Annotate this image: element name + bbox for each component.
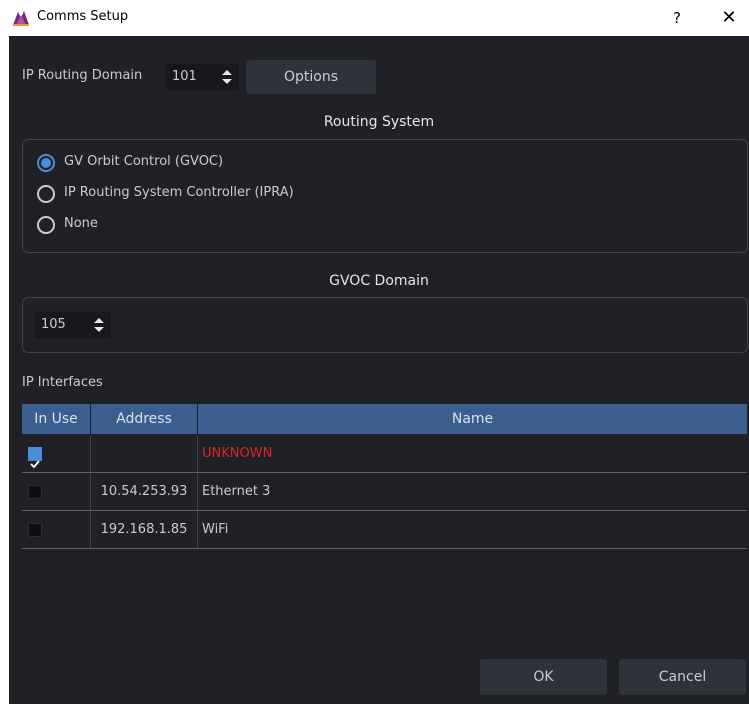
- radio-none[interactable]: [37, 216, 55, 234]
- ip-routing-domain-value: 101: [172, 69, 197, 84]
- routing-system-title: Routing System: [323, 114, 435, 130]
- title-bar: Comms Setup ? ✕: [0, 0, 749, 36]
- table-header: In Use Address Name: [22, 404, 747, 434]
- in-use-checkbox[interactable]: [28, 485, 42, 499]
- options-button[interactable]: Options: [246, 60, 376, 94]
- radio-ipra-label[interactable]: IP Routing System Controller (IPRA): [64, 185, 294, 200]
- column-header-in-use[interactable]: In Use: [22, 404, 91, 434]
- in-use-cell: [22, 511, 91, 548]
- gvoc-domain-value: 105: [41, 317, 66, 332]
- name-cell: WiFi: [202, 522, 229, 537]
- name-cell: Ethernet 3: [202, 484, 271, 499]
- radio-gvoc[interactable]: [37, 154, 55, 172]
- column-header-name[interactable]: Name: [198, 404, 747, 434]
- window-title: Comms Setup: [37, 9, 129, 24]
- checkmark-icon: [30, 460, 40, 469]
- help-button[interactable]: ?: [665, 6, 689, 30]
- in-use-checkbox[interactable]: [28, 447, 42, 469]
- dialog-body: IP Routing Domain 101 Options Routing Sy…: [9, 36, 749, 704]
- gvoc-domain-title: GVOC Domain: [329, 273, 429, 289]
- name-cell: UNKNOWN: [202, 446, 273, 461]
- app-logo-icon: [13, 11, 29, 26]
- routing-system-panel: GV Orbit Control (GVOC) IP Routing Syste…: [22, 139, 748, 253]
- spin-arrows-icon[interactable]: [219, 67, 235, 87]
- comms-setup-dialog: Comms Setup ? ✕ IP Routing Domain 101 Op…: [0, 0, 749, 706]
- in-use-cell: [22, 435, 91, 472]
- radio-ipra[interactable]: [37, 185, 55, 203]
- column-header-address[interactable]: Address: [91, 404, 198, 434]
- close-button[interactable]: ✕: [715, 6, 743, 30]
- cancel-button[interactable]: Cancel: [619, 659, 746, 695]
- address-cell: 192.168.1.85: [91, 511, 198, 548]
- in-use-cell: [22, 473, 91, 510]
- table-row[interactable]: 10.54.253.93 Ethernet 3: [22, 473, 747, 511]
- radio-gvoc-label[interactable]: GV Orbit Control (GVOC): [64, 154, 223, 169]
- gvoc-domain-panel: 105: [22, 297, 748, 353]
- ip-routing-domain-spinbox[interactable]: 101: [166, 64, 239, 90]
- spin-arrows-icon[interactable]: [91, 315, 107, 335]
- ip-routing-domain-label: IP Routing Domain: [22, 68, 143, 83]
- ip-interfaces-label: IP Interfaces: [22, 375, 103, 390]
- table-row[interactable]: 192.168.1.85 WiFi: [22, 511, 747, 549]
- in-use-checkbox[interactable]: [28, 523, 42, 537]
- ok-button[interactable]: OK: [480, 659, 607, 695]
- address-cell: [91, 435, 198, 472]
- table-row[interactable]: UNKNOWN: [22, 435, 747, 473]
- address-cell: 10.54.253.93: [91, 473, 198, 510]
- gvoc-domain-spinbox[interactable]: 105: [35, 312, 111, 338]
- radio-none-label[interactable]: None: [64, 216, 98, 231]
